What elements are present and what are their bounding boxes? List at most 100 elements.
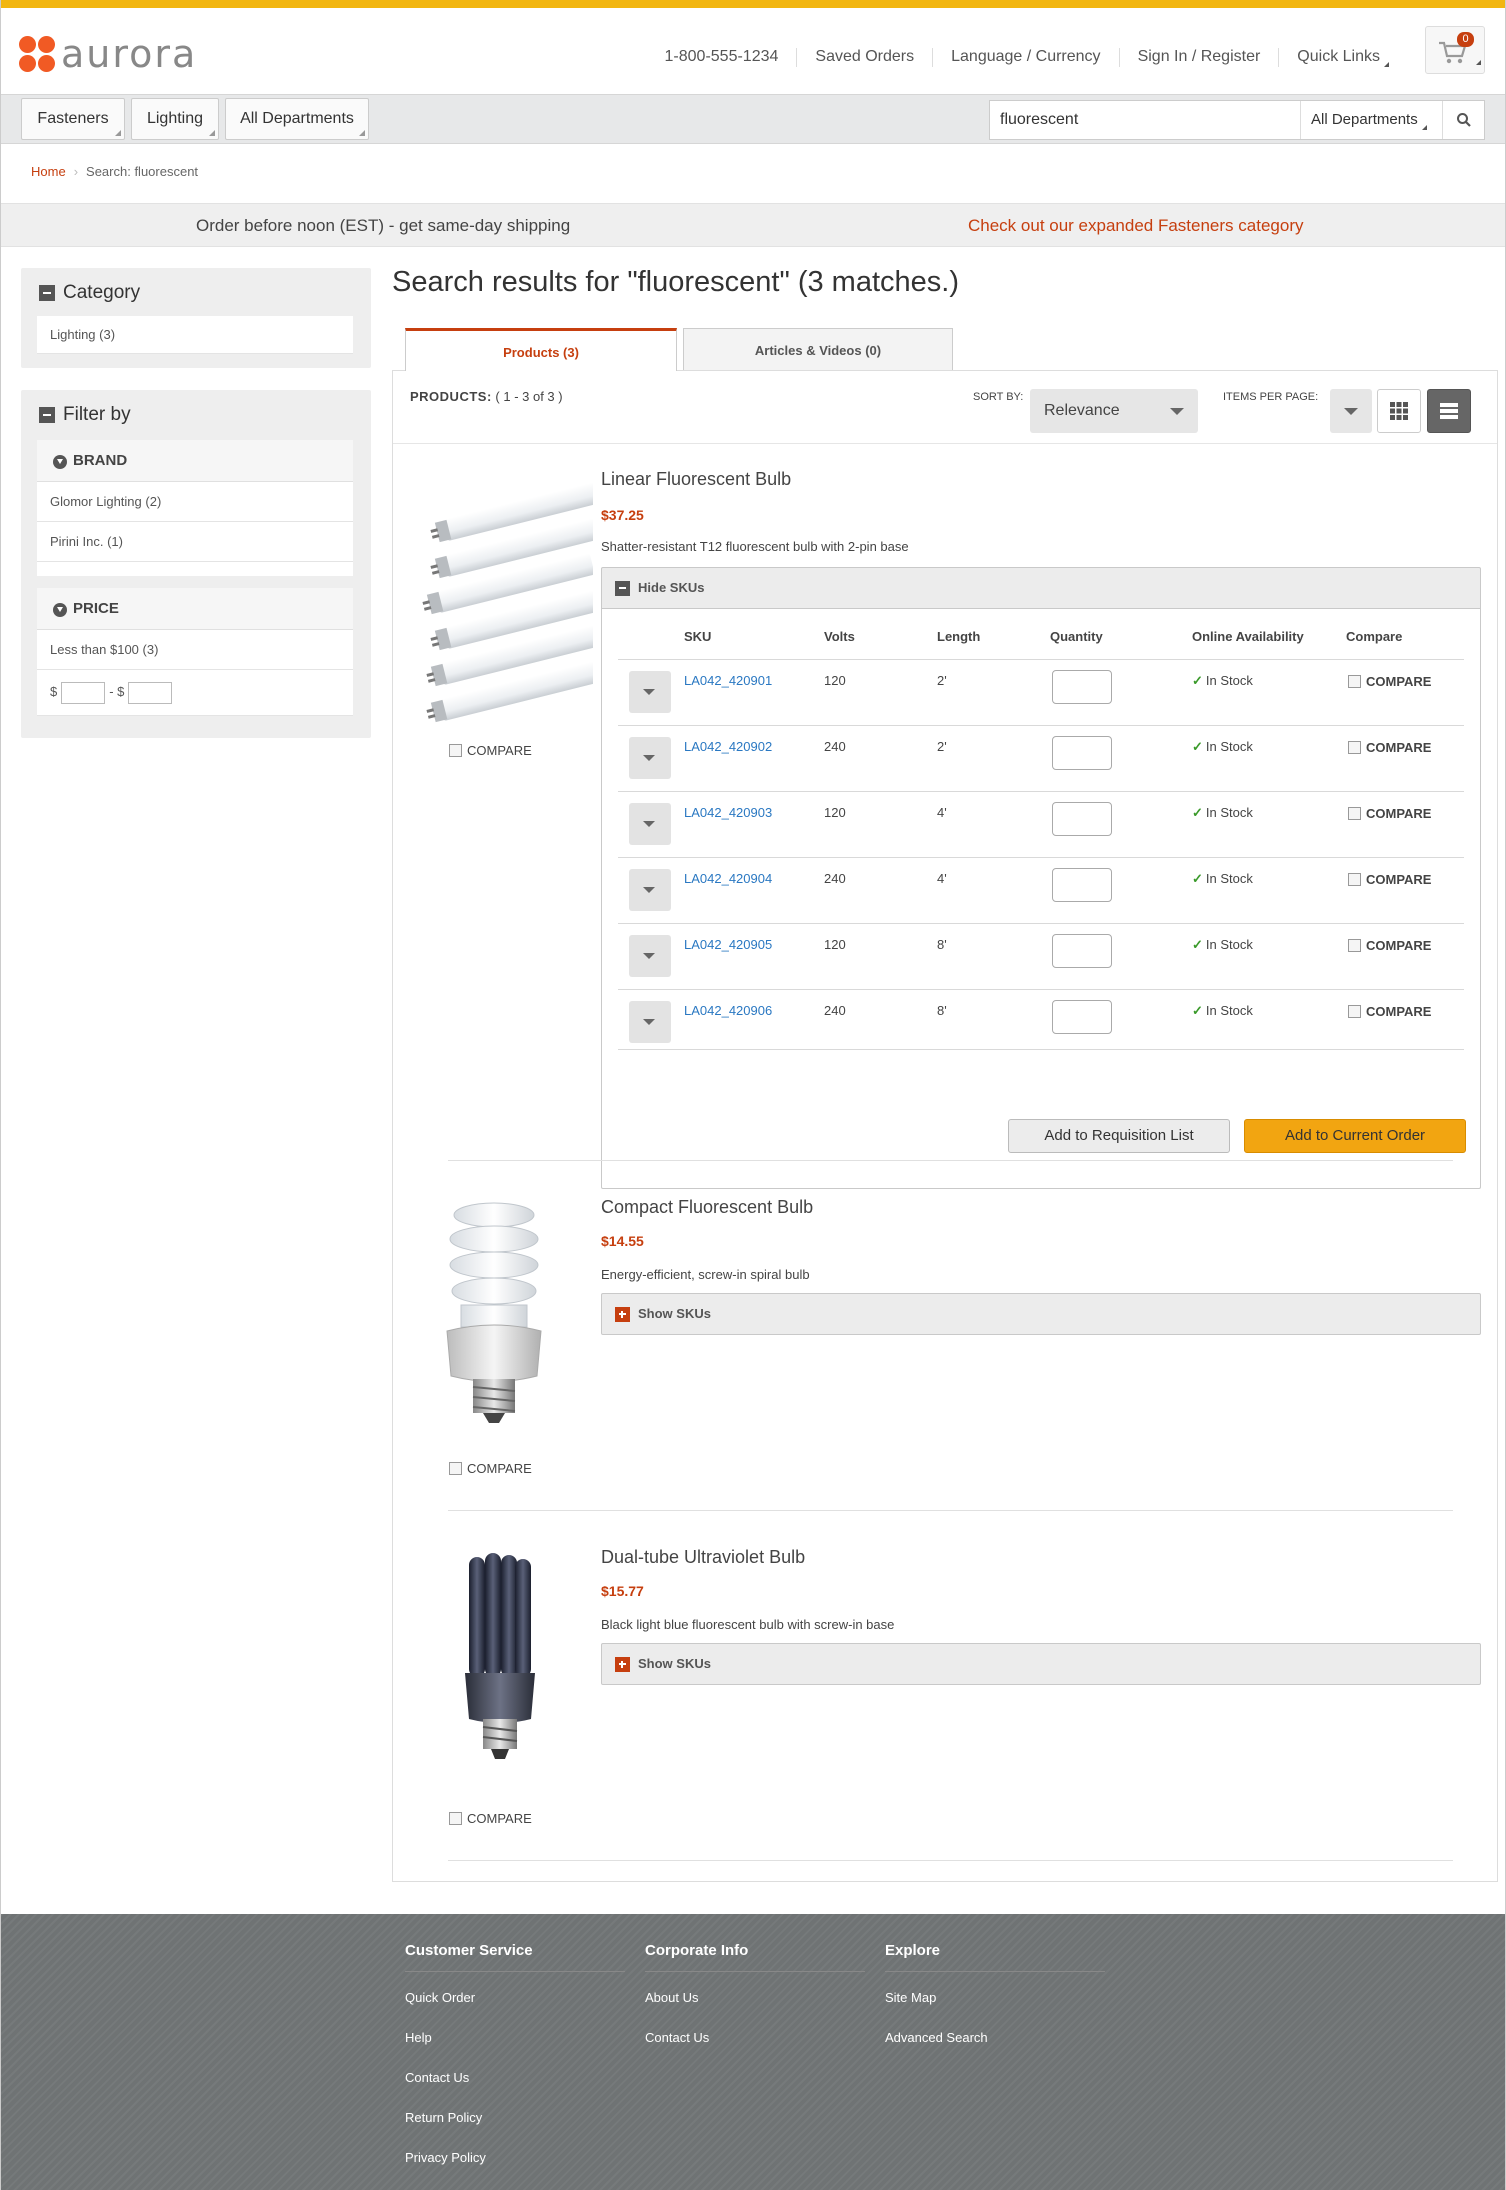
sku-link[interactable]: LA042_420904 [684,871,772,886]
availability-column-header: Online Availability [1192,629,1304,644]
sku-compare-checkbox[interactable]: COMPARE [1348,740,1431,755]
product-compare-checkbox[interactable]: COMPARE [449,743,532,758]
product-compare-checkbox[interactable]: COMPARE [449,1461,532,1476]
products-count: PRODUCTS: ( 1 - 3 of 3 ) [410,389,563,404]
product-image-uv-bulb[interactable] [455,1551,545,1781]
product-description: Shatter-resistant T12 fluorescent bulb w… [601,539,909,554]
category-item-lighting[interactable]: Lighting (3) [37,316,353,354]
search-button[interactable] [1442,101,1484,139]
sku-compare-checkbox[interactable]: COMPARE [1348,872,1431,887]
product-name[interactable]: Linear Fluorescent Bulb [601,469,791,490]
sku-compare-checkbox[interactable]: COMPARE [1348,674,1431,689]
show-skus-toggle[interactable]: Show SKUs [601,1643,1481,1685]
price-range: $ - $ [37,670,353,716]
sku-expand-button[interactable] [629,935,671,977]
product-item: COMPARE Linear Fluorescent Bulb $37.25 S… [393,443,1497,1189]
product-image-cfl-bulb[interactable] [439,1201,549,1431]
brand-facet-header[interactable]: BRAND [37,440,353,482]
page: aurora 1-800-555-1234 Saved Orders Langu… [0,0,1506,2190]
search-input[interactable]: fluorescent [1000,111,1078,129]
sku-expand-button[interactable] [629,869,671,911]
footer-link-return-policy[interactable]: Return Policy [405,2110,625,2132]
nav-lighting[interactable]: Lighting [131,98,219,140]
show-skus-toggle[interactable]: Show SKUs [601,1293,1481,1335]
sku-volts: 240 [824,871,846,886]
availability-text: In Stock [1205,805,1253,820]
category-title[interactable]: Category [39,282,140,304]
quantity-input[interactable] [1052,802,1112,836]
footer-link-contact[interactable]: Contact Us [645,2030,865,2052]
sku-expand-button[interactable] [629,671,671,713]
hide-skus-toggle[interactable]: Hide SKUs [601,567,1481,609]
quantity-input[interactable] [1052,868,1112,902]
grid-view-button[interactable] [1377,389,1421,433]
chevron-down-icon [53,455,67,469]
compare-label: COMPARE [467,1811,532,1826]
search-bar: fluorescent All Departments [989,100,1485,140]
price-max-input[interactable] [128,681,173,704]
sku-expand-button[interactable] [629,737,671,779]
filter-title[interactable]: Filter by [39,404,131,426]
brand-item-glomor[interactable]: Glomor Lighting (2) [37,482,353,522]
price-item-under-100[interactable]: Less than $100 (3) [37,630,353,670]
product-name[interactable]: Dual-tube Ultraviolet Bulb [601,1547,805,1568]
price-facet-header[interactable]: PRICE [37,588,353,630]
tab-articles-videos[interactable]: Articles & Videos (0) [683,328,953,370]
nav-all-departments[interactable]: All Departments [225,98,369,140]
sku-expand-button[interactable] [629,1001,671,1043]
product-compare-checkbox[interactable]: COMPARE [449,1811,532,1826]
footer-heading: Explore [885,1942,1105,1972]
sku-link[interactable]: LA042_420903 [684,805,772,820]
add-to-current-order-button[interactable]: Add to Current Order [1244,1119,1466,1153]
sku-length: 4' [937,871,947,886]
footer-link-site-map[interactable]: Site Map [885,1990,1105,2012]
brand-item-pirini[interactable]: Pirini Inc. (1) [37,522,353,562]
footer-link-quick-order[interactable]: Quick Order [405,1990,625,2012]
sku-link[interactable]: LA042_420902 [684,739,772,754]
sign-in-link[interactable]: Sign In / Register [1118,48,1279,67]
price-facet-title: PRICE [73,600,119,617]
cart-count-badge: 0 [1457,32,1474,47]
sku-compare-checkbox[interactable]: COMPARE [1348,938,1431,953]
footer-link-about[interactable]: About Us [645,1990,865,2012]
product-price: $14.55 [601,1233,644,1249]
divider [448,1860,1453,1861]
add-to-requisition-list-button[interactable]: Add to Requisition List [1008,1119,1230,1153]
saved-orders-link[interactable]: Saved Orders [796,48,932,67]
breadcrumb-separator: › [73,164,79,179]
quantity-input[interactable] [1052,736,1112,770]
product-name[interactable]: Compact Fluorescent Bulb [601,1197,813,1218]
search-scope-select[interactable]: All Departments [1300,101,1442,139]
quick-links-menu[interactable]: Quick Links [1278,48,1407,67]
sku-length: 2' [937,739,947,754]
language-currency-link[interactable]: Language / Currency [932,48,1118,67]
nav-fasteners[interactable]: Fasteners [21,98,125,140]
price-from-label: $ [50,684,58,699]
items-per-page-select[interactable] [1330,389,1372,433]
tab-products[interactable]: Products (3) [405,328,677,371]
cart-button[interactable]: 0 [1425,26,1485,74]
promo-fasteners-link[interactable]: Check out our expanded Fasteners categor… [968,216,1303,236]
sku-expand-button[interactable] [629,803,671,845]
sort-value: Relevance [1044,402,1120,419]
sku-compare-checkbox[interactable]: COMPARE [1348,1004,1431,1019]
footer-link-privacy-policy[interactable]: Privacy Policy [405,2150,625,2172]
footer-link-help[interactable]: Help [405,2030,625,2052]
quantity-input[interactable] [1052,670,1112,704]
sku-compare-checkbox[interactable]: COMPARE [1348,806,1431,821]
footer-link-advanced-search[interactable]: Advanced Search [885,2030,1105,2052]
breadcrumb-home[interactable]: Home [31,164,66,179]
quantity-input[interactable] [1052,934,1112,968]
checkbox-icon [1348,741,1361,754]
quantity-input[interactable] [1052,1000,1112,1034]
sku-row: LA042_420904 240 4' ✓ In Stock COMPARE [618,857,1464,923]
footer-link-contact[interactable]: Contact Us [405,2070,625,2092]
logo[interactable]: aurora [19,32,197,76]
list-view-button[interactable] [1427,389,1471,433]
product-image-linear-bulb[interactable] [413,475,593,725]
price-min-input[interactable] [61,681,106,704]
sku-link[interactable]: LA042_420905 [684,937,772,952]
sort-select[interactable]: Relevance [1030,389,1198,433]
sku-link[interactable]: LA042_420906 [684,1003,772,1018]
sku-link[interactable]: LA042_420901 [684,673,772,688]
